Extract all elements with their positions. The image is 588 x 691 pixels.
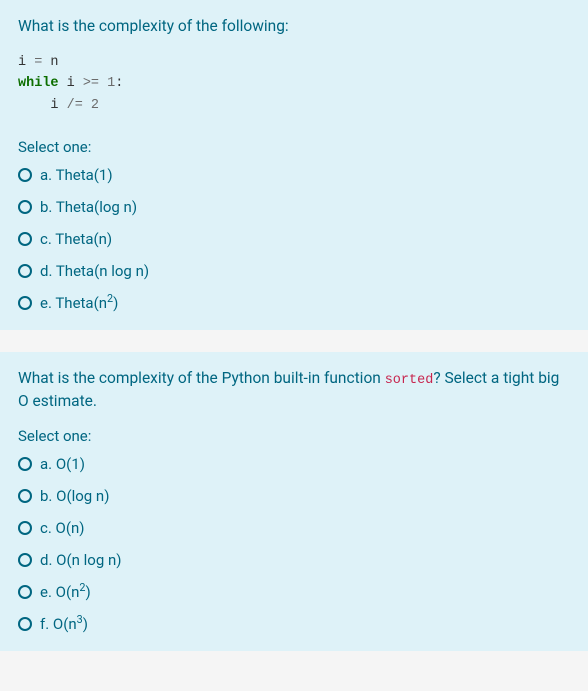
code-block: i = n while i >= 1: i /= 2	[18, 52, 570, 117]
option-text-post: )	[113, 294, 118, 312]
option-label: c. O(n)	[40, 519, 85, 537]
option-text-pre: Theta(n	[55, 294, 107, 312]
option-c[interactable]: c. Theta(n)	[18, 230, 570, 248]
code-operator: >=	[83, 76, 99, 91]
option-label: f. O(n3)	[40, 615, 88, 633]
option-text: Theta(n log n)	[56, 262, 149, 280]
option-b[interactable]: b. Theta(log n)	[18, 198, 570, 216]
option-text: Theta(1)	[56, 166, 113, 184]
code-text: :	[115, 76, 123, 91]
radio-button[interactable]	[18, 457, 32, 471]
option-a[interactable]: a. Theta(1)	[18, 166, 570, 184]
option-text-pre: O(n	[53, 615, 77, 633]
option-text: O(n)	[56, 519, 85, 537]
option-f[interactable]: f. O(n3)	[18, 615, 570, 633]
code-operator: /=	[67, 98, 83, 113]
option-label: b. O(log n)	[40, 487, 109, 505]
option-c[interactable]: c. O(n)	[18, 519, 570, 537]
select-one-label: Select one:	[18, 427, 570, 445]
radio-button[interactable]	[18, 200, 32, 214]
option-letter: d.	[40, 262, 52, 280]
question-1: What is the complexity of the following:…	[0, 0, 588, 330]
prompt-pre: What is the complexity of the Python bui…	[18, 369, 385, 387]
option-text: O(log n)	[56, 487, 109, 505]
option-a[interactable]: a. O(1)	[18, 455, 570, 473]
code-text: i	[18, 98, 67, 113]
code-text: n	[42, 55, 58, 70]
option-text: O(n3)	[53, 615, 88, 633]
code-number: 2	[91, 98, 99, 113]
question-2-prompt: What is the complexity of the Python bui…	[18, 368, 570, 413]
option-label: e. Theta(n2)	[40, 294, 118, 312]
option-text-post: )	[85, 583, 90, 601]
radio-button[interactable]	[18, 264, 32, 278]
code-text	[83, 98, 91, 113]
option-label: d. Theta(n log n)	[40, 262, 149, 280]
option-text: Theta(log n)	[56, 198, 137, 216]
option-text: Theta(n2)	[55, 294, 118, 312]
option-label: d. O(n log n)	[40, 551, 121, 569]
option-label: e. O(n2)	[40, 583, 91, 601]
code-text	[99, 76, 107, 91]
radio-button[interactable]	[18, 521, 32, 535]
option-letter: b.	[40, 487, 52, 505]
option-letter: e.	[40, 294, 52, 312]
option-letter: b.	[40, 198, 52, 216]
option-text: O(n log n)	[56, 551, 121, 569]
radio-button[interactable]	[18, 585, 32, 599]
option-text: O(1)	[56, 455, 85, 473]
radio-button[interactable]	[18, 553, 32, 567]
code-text: i	[59, 76, 83, 91]
option-letter: a.	[40, 455, 52, 473]
option-e[interactable]: e. O(n2)	[18, 583, 570, 601]
option-d[interactable]: d. Theta(n log n)	[18, 262, 570, 280]
option-label: b. Theta(log n)	[40, 198, 137, 216]
option-text: Theta(n)	[55, 230, 112, 248]
question-2-options: a. O(1) b. O(log n) c. O(n) d. O(n log n…	[18, 455, 570, 633]
option-letter: f.	[40, 615, 49, 633]
code-text: i	[18, 55, 34, 70]
option-e[interactable]: e. Theta(n2)	[18, 294, 570, 312]
option-b[interactable]: b. O(log n)	[18, 487, 570, 505]
code-keyword: while	[18, 76, 59, 91]
radio-button[interactable]	[18, 168, 32, 182]
option-letter: c.	[40, 230, 52, 248]
option-letter: a.	[40, 166, 52, 184]
option-label: a. Theta(1)	[40, 166, 113, 184]
option-text-post: )	[83, 615, 88, 633]
question-1-prompt: What is the complexity of the following:	[18, 16, 570, 38]
option-label: a. O(1)	[40, 455, 85, 473]
option-text-pre: O(n	[56, 583, 80, 601]
radio-button[interactable]	[18, 232, 32, 246]
option-letter: c.	[40, 519, 52, 537]
question-2: What is the complexity of the Python bui…	[0, 352, 588, 651]
question-1-options: a. Theta(1) b. Theta(log n) c. Theta(n) …	[18, 166, 570, 312]
option-text: O(n2)	[56, 583, 91, 601]
option-d[interactable]: d. O(n log n)	[18, 551, 570, 569]
radio-button[interactable]	[18, 617, 32, 631]
radio-button[interactable]	[18, 489, 32, 503]
select-one-label: Select one:	[18, 138, 570, 156]
option-letter: d.	[40, 551, 52, 569]
radio-button[interactable]	[18, 296, 32, 310]
option-label: c. Theta(n)	[40, 230, 112, 248]
option-letter: e.	[40, 583, 52, 601]
inline-code: sorted	[385, 373, 434, 388]
